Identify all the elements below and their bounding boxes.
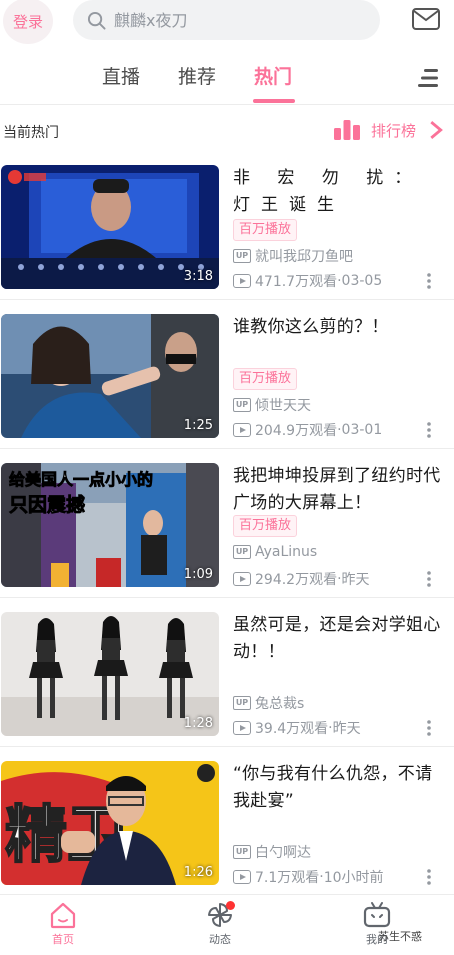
view-count: 294.2万观看 xyxy=(255,572,338,588)
section-title: 当前热门 xyxy=(3,125,59,141)
publish-date: 10小时前 xyxy=(323,870,384,886)
video-thumbnail[interactable]: 1:28 xyxy=(1,612,219,736)
search-icon xyxy=(87,11,106,30)
uploader-line[interactable]: UP 白勺啊达 xyxy=(233,842,311,862)
uploader-name: 倾世天天 xyxy=(255,398,311,414)
popularity-badge: 百万播放 xyxy=(233,515,298,537)
video-duration: 3:18 xyxy=(183,269,213,284)
publish-date: 03-01 xyxy=(341,422,383,438)
mail-icon[interactable] xyxy=(412,8,440,30)
tab-hot[interactable]: 热门 xyxy=(254,62,292,89)
uploader-name: 就叫我邱刀鱼吧 xyxy=(255,249,353,265)
view-stats: 471.7万观看 · 03-05 xyxy=(233,271,382,291)
uploader-line[interactable]: UP AyaLinus xyxy=(233,544,317,560)
nav-home[interactable]: 首页 xyxy=(33,901,93,947)
video-thumbnail[interactable]: 3:18 xyxy=(1,165,219,289)
login-button[interactable]: 登录 xyxy=(3,0,53,44)
nav-dynamic[interactable]: 动态 xyxy=(190,901,250,947)
play-count-icon xyxy=(233,274,251,288)
video-card[interactable]: 1:28 虽然可是，还是会对学姐心动！！ UP 兔总裁s 39.4万观看 · 昨… xyxy=(0,598,454,747)
video-thumbnail[interactable]: 1:25 xyxy=(1,314,219,438)
video-card[interactable]: 1:25 谁教你这么剪的？！ 百万播放 UP 倾世天天 204.9万观看 · 0… xyxy=(0,300,454,449)
home-icon xyxy=(50,902,76,929)
uploader-line[interactable]: UP 兔总裁s xyxy=(233,693,304,713)
view-count: 471.7万观看 xyxy=(255,274,338,290)
more-options-icon[interactable] xyxy=(424,272,434,290)
search-input[interactable] xyxy=(114,10,354,30)
more-options-icon[interactable] xyxy=(424,421,434,439)
view-count: 204.9万观看 xyxy=(255,423,338,439)
video-title[interactable]: 我把坤坤投屏到了纽约时代广场的大屏幕上！ xyxy=(233,463,443,517)
video-duration: 1:25 xyxy=(183,418,213,433)
view-stats: 39.4万观看 · 昨天 xyxy=(233,718,361,738)
up-icon: UP xyxy=(233,545,251,559)
more-options-icon[interactable] xyxy=(424,570,434,588)
video-card[interactable]: 给美国人一点小小的 只因震撼 1:09 我把坤坤投屏到了纽约时代广场的大屏幕上！… xyxy=(0,449,454,598)
view-stats: 7.1万观看 · 10小时前 xyxy=(233,867,384,887)
popularity-badge: 百万播放 xyxy=(233,368,298,390)
video-title[interactable]: 谁教你这么剪的？！ xyxy=(233,314,443,341)
ranking-link[interactable]: 排行榜 xyxy=(333,116,450,144)
divider xyxy=(0,104,454,105)
uploader-line[interactable]: UP 倾世天天 xyxy=(233,395,311,415)
play-count-icon xyxy=(233,423,251,437)
video-card[interactable]: 精卫 1:26 “你与我有什么仇怨，不请我赴宴” UP 白勺啊达 7.1万观看 … xyxy=(0,747,454,896)
popularity-badge: 百万播放 xyxy=(233,219,298,241)
publish-date: 昨天 xyxy=(332,721,361,737)
chevron-right-icon xyxy=(430,121,443,139)
uploader-name: AyaLinus xyxy=(255,544,318,560)
nav-label: 首页 xyxy=(52,933,74,946)
video-title[interactable]: 虽然可是，还是会对学姐心动！！ xyxy=(233,612,443,666)
uploader-name: 兔总裁s xyxy=(255,696,305,712)
video-duration: 1:09 xyxy=(183,567,213,582)
section-header: 当前热门 排行榜 xyxy=(0,112,454,148)
menu-icon[interactable] xyxy=(418,68,440,88)
notification-dot xyxy=(226,901,235,910)
search-bar[interactable] xyxy=(73,0,380,40)
play-count-icon xyxy=(233,572,251,586)
tv-icon xyxy=(363,902,391,928)
video-title[interactable]: 非 宏 勿 扰：灯王诞生 xyxy=(233,165,443,219)
active-tab-indicator xyxy=(253,99,295,103)
svg-text:只因震撼: 只因震撼 xyxy=(9,493,85,516)
up-icon: UP xyxy=(233,398,251,412)
tab-recommend[interactable]: 推荐 xyxy=(178,62,216,89)
view-stats: 204.9万观看 · 03-01 xyxy=(233,420,382,440)
video-thumbnail[interactable]: 精卫 1:26 xyxy=(1,761,219,885)
video-card[interactable]: 3:18 非 宏 勿 扰：灯王诞生 百万播放 UP 就叫我邱刀鱼吧 471.7万… xyxy=(0,151,454,300)
up-icon: UP xyxy=(233,845,251,859)
more-options-icon[interactable] xyxy=(424,868,434,886)
uploader-name: 白勺啊达 xyxy=(255,845,311,861)
uploader-line[interactable]: UP 就叫我邱刀鱼吧 xyxy=(233,246,353,266)
nav-label: 动态 xyxy=(209,933,231,946)
channel-tabs: 直播 推荐 热门 xyxy=(0,52,454,104)
bottom-navigation: 首页 动态 我的 苏生不惑 xyxy=(0,894,454,955)
video-duration: 1:26 xyxy=(183,865,213,880)
ranking-icon xyxy=(334,120,360,140)
play-count-icon xyxy=(233,870,251,884)
ranking-label: 排行榜 xyxy=(371,121,417,140)
view-count: 39.4万观看 xyxy=(255,721,329,737)
more-options-icon[interactable] xyxy=(424,719,434,737)
publish-date: 昨天 xyxy=(341,572,370,588)
video-thumbnail[interactable]: 给美国人一点小小的 只因震撼 1:09 xyxy=(1,463,219,587)
video-title[interactable]: “你与我有什么仇怨，不请我赴宴” xyxy=(233,761,443,815)
up-icon: UP xyxy=(233,696,251,710)
svg-text:给美国人一点小小的: 给美国人一点小小的 xyxy=(9,470,153,489)
up-icon: UP xyxy=(233,249,251,263)
view-count: 7.1万观看 xyxy=(255,870,320,886)
watermark: 苏生不惑 xyxy=(378,930,422,943)
top-bar: 登录 xyxy=(0,0,454,44)
tab-live[interactable]: 直播 xyxy=(102,62,140,89)
play-count-icon xyxy=(233,721,251,735)
publish-date: 03-05 xyxy=(341,273,383,289)
view-stats: 294.2万观看 · 昨天 xyxy=(233,569,370,589)
video-duration: 1:28 xyxy=(183,716,213,731)
